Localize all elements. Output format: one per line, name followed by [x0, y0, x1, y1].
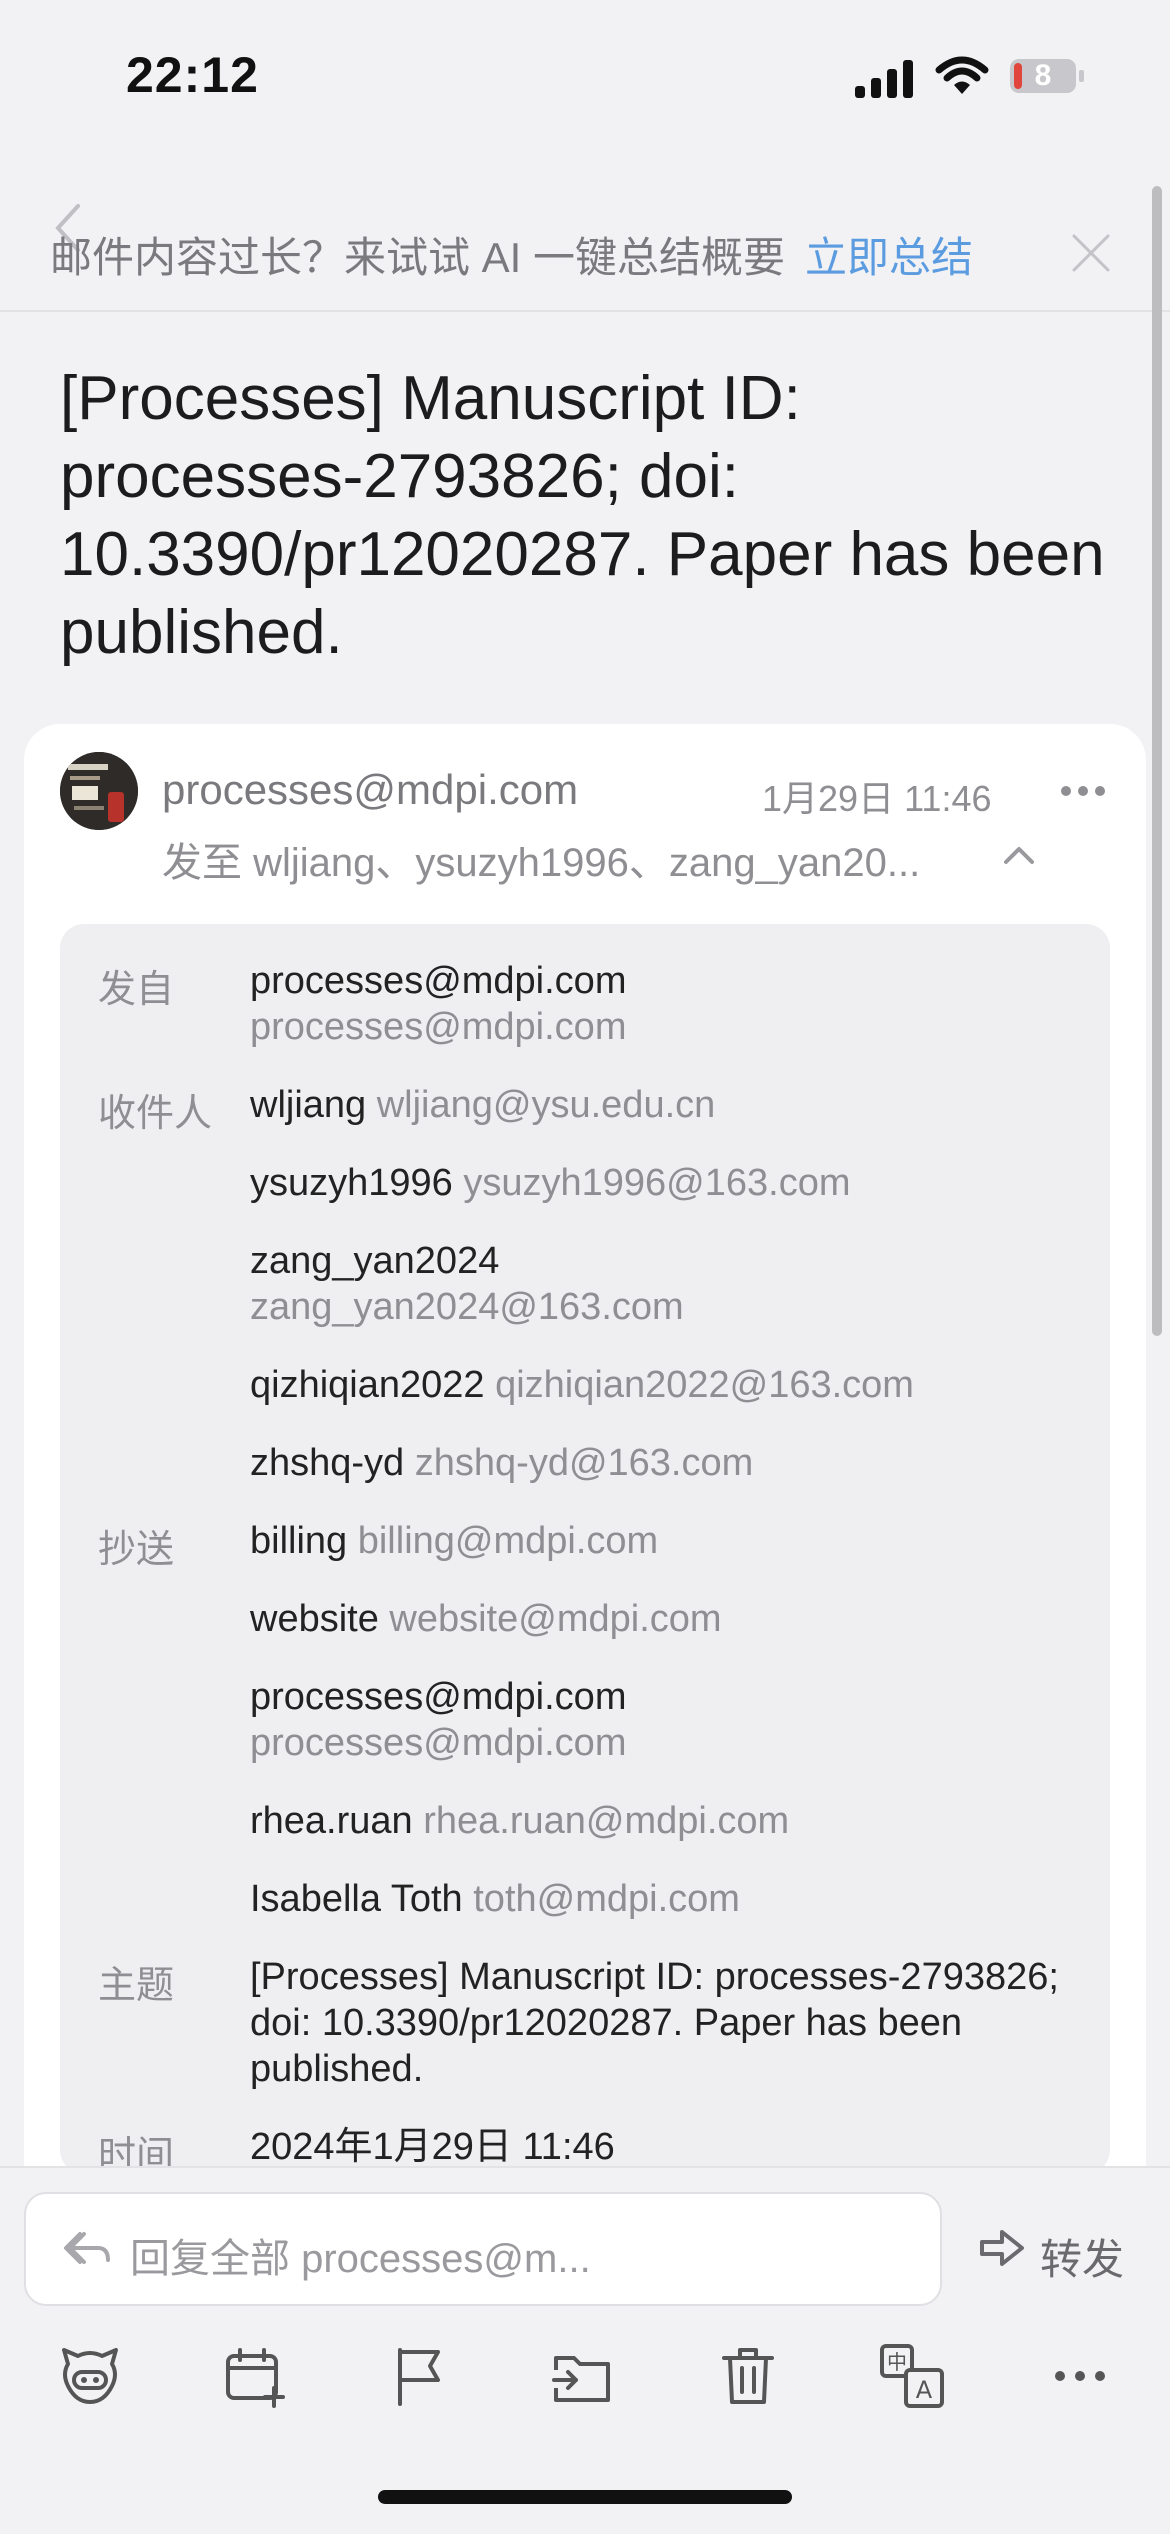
- status-bar: 22:12 8: [0, 0, 1170, 150]
- forward-button[interactable]: 转发: [1040, 2226, 1124, 2287]
- recipient-email: qizhiqian2022@163.com: [495, 1364, 914, 1406]
- chevron-up-icon[interactable]: [1000, 838, 1038, 872]
- cc-name: processes@mdpi.com: [250, 1676, 627, 1718]
- cc-email: website@mdpi.com: [389, 1598, 722, 1640]
- battery-indicator: 8: [1008, 56, 1086, 96]
- close-icon[interactable]: [1068, 230, 1114, 276]
- add-calendar-icon[interactable]: [222, 2344, 286, 2408]
- sender-address[interactable]: processes@mdpi.com: [162, 766, 578, 814]
- svg-text:中: 中: [887, 2350, 907, 2374]
- home-indicator: [378, 2490, 792, 2504]
- recipient-name: zhshq-yd: [250, 1442, 405, 1484]
- cc-email: rhea.ruan@mdpi.com: [423, 1800, 790, 1842]
- subject-label: 主题: [98, 1965, 175, 2007]
- trash-icon[interactable]: [716, 2344, 780, 2408]
- move-folder-icon[interactable]: [550, 2344, 614, 2408]
- cellular-signal-icon: [855, 60, 913, 98]
- recipient-name: zang_yan2024: [250, 1240, 500, 1282]
- cc-item[interactable]: billing billing@mdpi.com: [250, 1518, 1090, 1564]
- cc-name: billing: [250, 1520, 348, 1562]
- from-name: processes@mdpi.com: [250, 960, 627, 1002]
- from-value[interactable]: processes@mdpi.com processes@mdpi.com: [250, 958, 1090, 1050]
- cc-label: 抄送: [98, 1529, 175, 1571]
- cc-name: rhea.ruan: [250, 1800, 413, 1842]
- ai-summary-prompt: 邮件内容过长？来试试 AI 一键总结概要: [50, 234, 786, 281]
- cc-item[interactable]: rhea.ruan rhea.ruan@mdpi.com: [250, 1798, 1090, 1844]
- wifi-icon: [935, 56, 989, 94]
- time-value: 2024年1月29日 11:46: [250, 2126, 615, 2168]
- recipient-item[interactable]: ysuzyh1996 ysuzyh1996@163.com: [250, 1160, 1090, 1206]
- cc-item[interactable]: Isabella Toth toth@mdpi.com: [250, 1876, 1090, 1922]
- cc-email: billing@mdpi.com: [357, 1520, 659, 1562]
- recipient-email: ysuzyh1996@163.com: [463, 1162, 851, 1204]
- to-label: 收件人: [98, 1093, 213, 1135]
- recipient-name: qizhiqian2022: [250, 1364, 485, 1406]
- status-time: 22:12: [126, 47, 259, 103]
- svg-text:A: A: [916, 2376, 933, 2404]
- recipient-item[interactable]: qizhiqian2022 qizhiqian2022@163.com: [250, 1362, 1090, 1408]
- more-options-icon[interactable]: [1060, 776, 1106, 806]
- recipient-item[interactable]: wljiang wljiang@ysu.edu.cn: [250, 1082, 1090, 1128]
- more-icon[interactable]: [1048, 2344, 1112, 2408]
- recipient-email: wljiang@ysu.edu.cn: [376, 1084, 716, 1126]
- recipient-name: wljiang: [250, 1084, 367, 1126]
- recipients-summary[interactable]: 发至 wljiang、ysuzyh1996、zang_yan20...: [162, 830, 920, 888]
- recipient-email: zang_yan2024@163.com: [250, 1286, 684, 1328]
- reply-all-icon: [64, 2232, 110, 2264]
- cc-item[interactable]: processes@mdpi.com processes@mdpi.com: [250, 1674, 1090, 1766]
- recipient-name: ysuzyh1996: [250, 1162, 453, 1204]
- message-date: 1月29日 11:46: [762, 778, 992, 819]
- from-label: 发自: [98, 969, 175, 1011]
- cc-name: Isabella Toth: [250, 1878, 463, 1920]
- subject-value: [Processes] Manuscript ID: processes-279…: [250, 1956, 1059, 2090]
- recipient-item[interactable]: zang_yan2024 zang_yan2024@163.com: [250, 1238, 1090, 1330]
- scrollbar[interactable]: [1152, 186, 1162, 1336]
- cc-email: toth@mdpi.com: [473, 1878, 740, 1920]
- cc-item[interactable]: website website@mdpi.com: [250, 1596, 1090, 1642]
- cc-email: processes@mdpi.com: [250, 1722, 627, 1764]
- cc-name: website: [250, 1598, 379, 1640]
- flag-icon[interactable]: [388, 2344, 452, 2408]
- forward-icon[interactable]: [978, 2226, 1026, 2270]
- email-subject: [Processes] Manuscript ID: processes-279…: [60, 364, 1105, 667]
- recipient-item[interactable]: zhshq-yd zhshq-yd@163.com: [250, 1440, 1090, 1486]
- translate-icon[interactable]: 中 A: [880, 2344, 944, 2408]
- from-email: processes@mdpi.com: [250, 1006, 627, 1048]
- avatar-image: [60, 752, 138, 830]
- battery-level: 8: [1034, 59, 1052, 92]
- recipient-email: zhshq-yd@163.com: [414, 1442, 754, 1484]
- summarize-now-link[interactable]: 立即总结: [805, 224, 973, 285]
- reply-all-placeholder: 回复全部 processes@m...: [130, 2237, 591, 2281]
- ai-assistant-icon[interactable]: [58, 2344, 122, 2408]
- avatar[interactable]: [60, 752, 138, 830]
